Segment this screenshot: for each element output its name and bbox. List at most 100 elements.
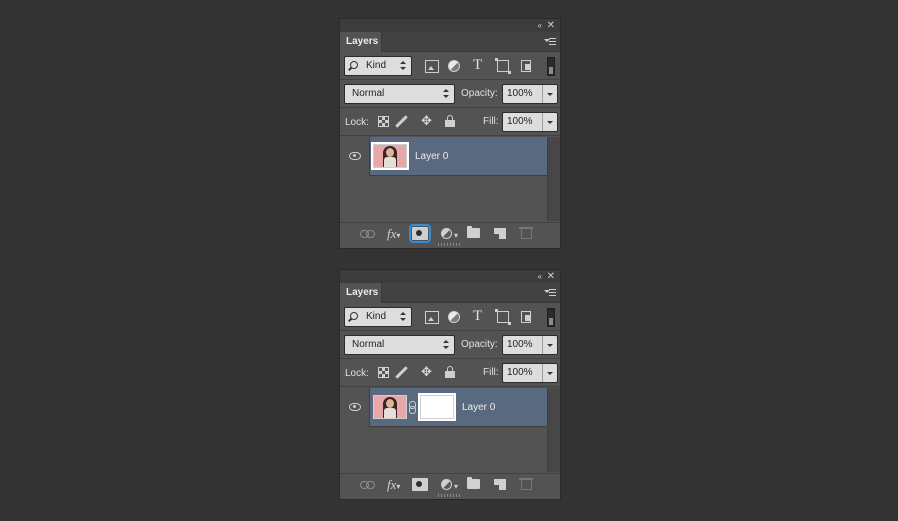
smart-object-filter-icon[interactable] [521,60,531,72]
new-adjustment-layer-icon[interactable] [441,228,452,239]
filter-kind-label: Kind [366,60,387,71]
layer-mask-thumbnail[interactable] [418,393,456,421]
new-group-folder-icon[interactable] [467,477,480,489]
layers-panel-before: « ✕ Layers Kind T Normal Opacity: 100% L… [339,18,561,249]
lock-all-icon[interactable] [445,115,455,127]
fx-label: fx [387,226,397,241]
layer-name[interactable]: Layer 0 [415,151,448,162]
layers-list: Layer 0 [340,137,560,221]
collapse-icon[interactable]: « [538,19,543,32]
visibility-toggle[interactable] [340,388,370,427]
adjustment-layer-filter-icon[interactable] [448,311,460,323]
add-layer-mask-icon[interactable] [412,478,428,491]
opacity-label: Opacity: [461,88,498,99]
new-group-folder-icon[interactable] [467,226,480,238]
adjustment-dropdown-icon: ▾ [454,482,459,491]
blend-mode-select[interactable]: Normal [344,335,455,355]
layer-row[interactable]: Layer 0 [340,388,547,427]
smart-object-filter-icon[interactable] [521,311,531,323]
opacity-value: 100% [507,88,533,99]
layer-style-fx-icon[interactable]: fx▾ [387,477,400,493]
tab-layers[interactable]: Layers [340,283,382,303]
lock-label: Lock: [345,117,369,128]
delete-layer-trash-icon[interactable] [519,478,533,490]
fill-label: Fill: [483,367,499,378]
panel-title-bar[interactable]: « ✕ [340,270,560,283]
close-icon[interactable]: ✕ [547,270,555,283]
close-icon[interactable]: ✕ [547,19,555,32]
pixel-layer-filter-icon[interactable] [425,60,439,73]
opacity-label: Opacity: [461,339,498,350]
adjustment-dropdown-icon: ▾ [454,231,459,240]
lock-image-pixels-icon[interactable] [395,366,408,379]
layer-row[interactable]: Layer 0 [340,137,547,176]
fill-dropdown-icon[interactable] [542,364,557,382]
pixel-layer-filter-icon[interactable] [425,311,439,324]
layer-thumbnail[interactable] [371,142,409,170]
lock-position-icon[interactable]: ✥ [421,364,432,380]
shape-layer-filter-icon[interactable] [495,58,511,74]
layer-style-fx-icon[interactable]: fx▾ [387,226,400,242]
opacity-field[interactable]: 100% [502,84,558,104]
fx-dropdown-icon: ▾ [396,231,401,240]
delete-layer-trash-icon[interactable] [519,227,533,239]
panel-menu-icon[interactable] [544,288,556,298]
link-layers-icon[interactable] [360,230,375,238]
select-arrows-icon [400,312,406,322]
search-icon [350,61,358,69]
lock-transparent-pixels-icon[interactable] [378,116,389,127]
filter-toggle-switch[interactable] [547,308,555,327]
filter-toggle-switch[interactable] [547,57,555,76]
eye-icon [349,152,361,160]
add-layer-mask-icon[interactable] [409,224,431,243]
panel-menu-icon[interactable] [544,37,556,47]
fill-dropdown-icon[interactable] [542,113,557,131]
mask-link-chain-icon[interactable] [409,401,416,414]
blend-mode-value: Normal [352,88,385,99]
filter-kind-select[interactable]: Kind [344,56,412,76]
select-arrows-icon [443,340,449,350]
adjustment-layer-filter-icon[interactable] [448,60,460,72]
fx-label: fx [387,477,397,492]
opacity-value: 100% [507,339,533,350]
opacity-field[interactable]: 100% [502,335,558,355]
blend-mode-select[interactable]: Normal [344,84,455,104]
visibility-toggle[interactable] [340,137,370,176]
fill-field[interactable]: 100% [502,363,558,383]
panel-bottom-toolbar: fx▾ ▾ [340,222,560,244]
link-layers-icon[interactable] [360,481,375,489]
layers-list: Layer 0 [340,388,560,472]
search-icon [350,312,358,320]
new-layer-icon[interactable] [494,479,506,490]
resize-grip[interactable] [438,243,462,246]
filter-kind-label: Kind [366,311,387,322]
opacity-dropdown-icon[interactable] [542,85,557,103]
panel-title-bar[interactable]: « ✕ [340,19,560,32]
lock-row: Lock: ✥ Fill: 100% [340,360,560,387]
lock-image-pixels-icon[interactable] [395,115,408,128]
fx-dropdown-icon: ▾ [396,482,401,491]
layers-scrollbar[interactable] [547,388,560,472]
layer-name[interactable]: Layer 0 [462,402,495,413]
new-adjustment-layer-icon[interactable] [441,479,452,490]
fill-field[interactable]: 100% [502,112,558,132]
collapse-icon[interactable]: « [538,270,543,283]
shape-layer-filter-icon[interactable] [495,309,511,325]
blend-row: Normal Opacity: 100% [340,332,560,359]
layers-scrollbar[interactable] [547,137,560,221]
opacity-dropdown-icon[interactable] [542,336,557,354]
lock-transparent-pixels-icon[interactable] [378,367,389,378]
tab-layers[interactable]: Layers [340,32,382,52]
fill-value: 100% [507,116,533,127]
lock-position-icon[interactable]: ✥ [421,113,432,129]
filter-kind-select[interactable]: Kind [344,307,412,327]
resize-grip[interactable] [438,494,462,497]
type-layer-filter-icon[interactable]: T [473,308,482,325]
fill-value: 100% [507,367,533,378]
select-arrows-icon [400,61,406,71]
filter-row: Kind T [340,304,560,331]
lock-all-icon[interactable] [445,366,455,378]
new-layer-icon[interactable] [494,228,506,239]
type-layer-filter-icon[interactable]: T [473,57,482,74]
layer-thumbnail[interactable] [373,395,407,419]
